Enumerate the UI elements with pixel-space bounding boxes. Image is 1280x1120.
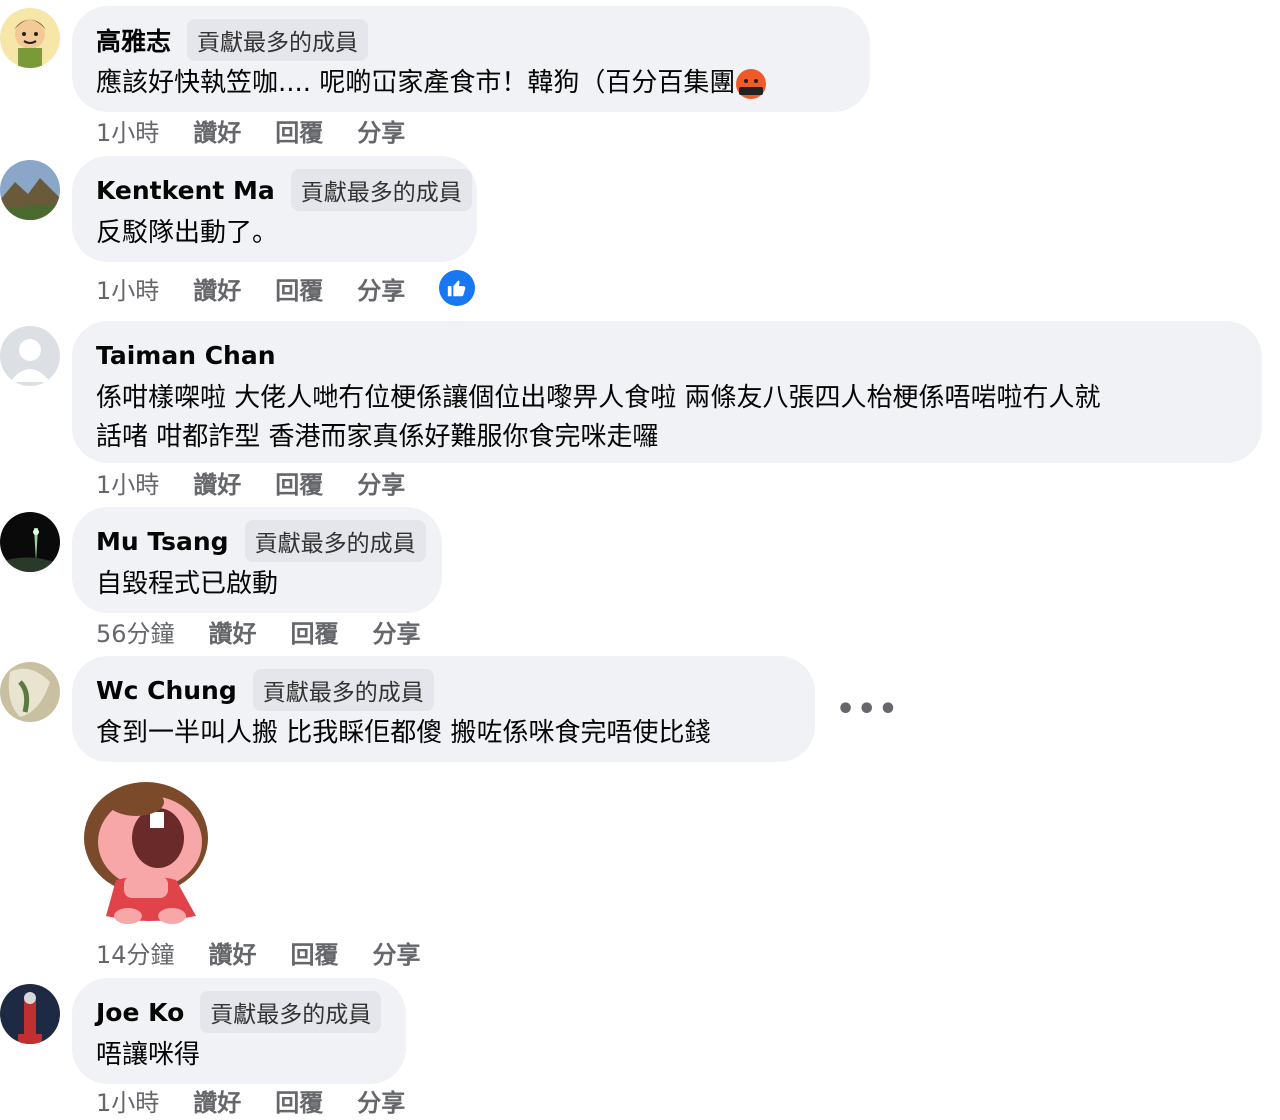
author-name[interactable]: Kentkent Ma <box>96 176 275 205</box>
comment-actions: 1小時 讚好 回覆 分享 <box>96 462 439 502</box>
comment-text: 係咁樣㗎啦 大佬人哋冇位梗係讓個位出嚟畀人食啦 兩條友八張四人枱梗係唔啱啦冇人就… <box>96 379 1238 457</box>
comment-text: 食到一半叫人搬 比我睬佢都傻 搬咗係咪食完唔使比錢 <box>96 718 711 748</box>
laughing-girl-sticker[interactable] <box>76 776 216 926</box>
author-name[interactable]: Wc Chung <box>96 676 237 705</box>
share-button[interactable]: 分享 <box>373 935 421 970</box>
author-name[interactable]: 高雅志 <box>96 22 171 58</box>
top-contributor-badge: 貢獻最多的成員 <box>252 669 434 711</box>
reply-button[interactable]: 回覆 <box>291 935 339 970</box>
timestamp[interactable]: 1小時 <box>96 271 159 306</box>
timestamp[interactable]: 1小時 <box>96 465 159 500</box>
avatar[interactable] <box>0 662 60 722</box>
like-button[interactable]: 讚好 <box>193 271 241 306</box>
share-button[interactable]: 分享 <box>373 614 421 649</box>
like-button[interactable]: 讚好 <box>193 113 241 148</box>
comment-actions: 14分鐘 讚好 回覆 分享 <box>96 932 455 972</box>
comment-bubble: Wc Chung 貢獻最多的成員 食到一半叫人搬 比我睬佢都傻 搬咗係咪食完唔使… <box>72 656 815 762</box>
comment-bubble: Kentkent Ma 貢獻最多的成員 反駁隊出動了。 <box>72 156 477 262</box>
like-button[interactable]: 讚好 <box>209 935 257 970</box>
timestamp[interactable]: 14分鐘 <box>96 935 175 970</box>
timestamp[interactable]: 1小時 <box>96 113 159 148</box>
comment-text: 反駁隊出動了。 <box>96 218 279 248</box>
more-options-button[interactable]: ••• <box>836 692 900 727</box>
comment-actions: 1小時 讚好 回覆 分享 <box>96 1080 439 1120</box>
avatar[interactable] <box>0 326 60 386</box>
comment-text: 唔讓咪得 <box>96 1040 201 1070</box>
share-button[interactable]: 分享 <box>357 465 405 500</box>
reply-button[interactable]: 回覆 <box>275 465 323 500</box>
comment-bubble: Mu Tsang 貢獻最多的成員 自毀程式已啟動 <box>72 507 442 613</box>
like-button[interactable]: 讚好 <box>193 1083 241 1118</box>
reply-button[interactable]: 回覆 <box>275 271 323 306</box>
angry-censored-face-icon <box>735 68 767 100</box>
author-name[interactable]: Joe Ko <box>96 998 184 1027</box>
timestamp[interactable]: 1小時 <box>96 1083 159 1118</box>
reply-button[interactable]: 回覆 <box>275 113 323 148</box>
top-contributor-badge: 貢獻最多的成員 <box>200 991 382 1033</box>
comment-text: 自毀程式已啟動 <box>96 569 279 599</box>
comment-text: 應該好快執笠咖.... 呢啲冚家產食市！韓狗（百分百集團 <box>96 64 846 103</box>
timestamp[interactable]: 56分鐘 <box>96 614 175 649</box>
avatar[interactable] <box>0 512 60 572</box>
top-contributor-badge: 貢獻最多的成員 <box>290 169 472 211</box>
thumbs-up-icon[interactable] <box>439 270 476 306</box>
reply-button[interactable]: 回覆 <box>291 614 339 649</box>
share-button[interactable]: 分享 <box>357 271 405 306</box>
comment-actions: 1小時 讚好 回覆 分享 <box>96 268 509 308</box>
comment-bubble: Joe Ko 貢獻最多的成員 唔讓咪得 <box>72 978 406 1084</box>
comment-bubble: 高雅志 貢獻最多的成員 應該好快執笠咖.... 呢啲冚家產食市！韓狗（百分百集團 <box>72 6 870 112</box>
comment-bubble: Taiman Chan 係咁樣㗎啦 大佬人哋冇位梗係讓個位出嚟畀人食啦 兩條友八… <box>72 321 1262 463</box>
share-button[interactable]: 分享 <box>357 113 405 148</box>
author-name[interactable]: Mu Tsang <box>96 527 229 556</box>
comment-actions: 56分鐘 讚好 回覆 分享 <box>96 611 455 651</box>
comment-text-line: 係咁樣㗎啦 大佬人哋冇位梗係讓個位出嚟畀人食啦 兩條友八張四人枱梗係唔啱啦冇人就 <box>96 383 1101 413</box>
author-name[interactable]: Taiman Chan <box>96 341 276 370</box>
share-button[interactable]: 分享 <box>357 1083 405 1118</box>
comment-text-line: 話啫 咁都詐型 香港而家真係好難服你食完咪走囉 <box>96 422 659 452</box>
reply-button[interactable]: 回覆 <box>275 1083 323 1118</box>
avatar[interactable] <box>0 8 60 68</box>
like-button[interactable]: 讚好 <box>193 465 241 500</box>
top-contributor-badge: 貢獻最多的成員 <box>244 520 426 562</box>
avatar[interactable] <box>0 160 60 220</box>
comment-actions: 1小時 讚好 回覆 分享 <box>96 110 439 150</box>
like-button[interactable]: 讚好 <box>209 614 257 649</box>
avatar[interactable] <box>0 984 60 1044</box>
top-contributor-badge: 貢獻最多的成員 <box>187 19 369 61</box>
